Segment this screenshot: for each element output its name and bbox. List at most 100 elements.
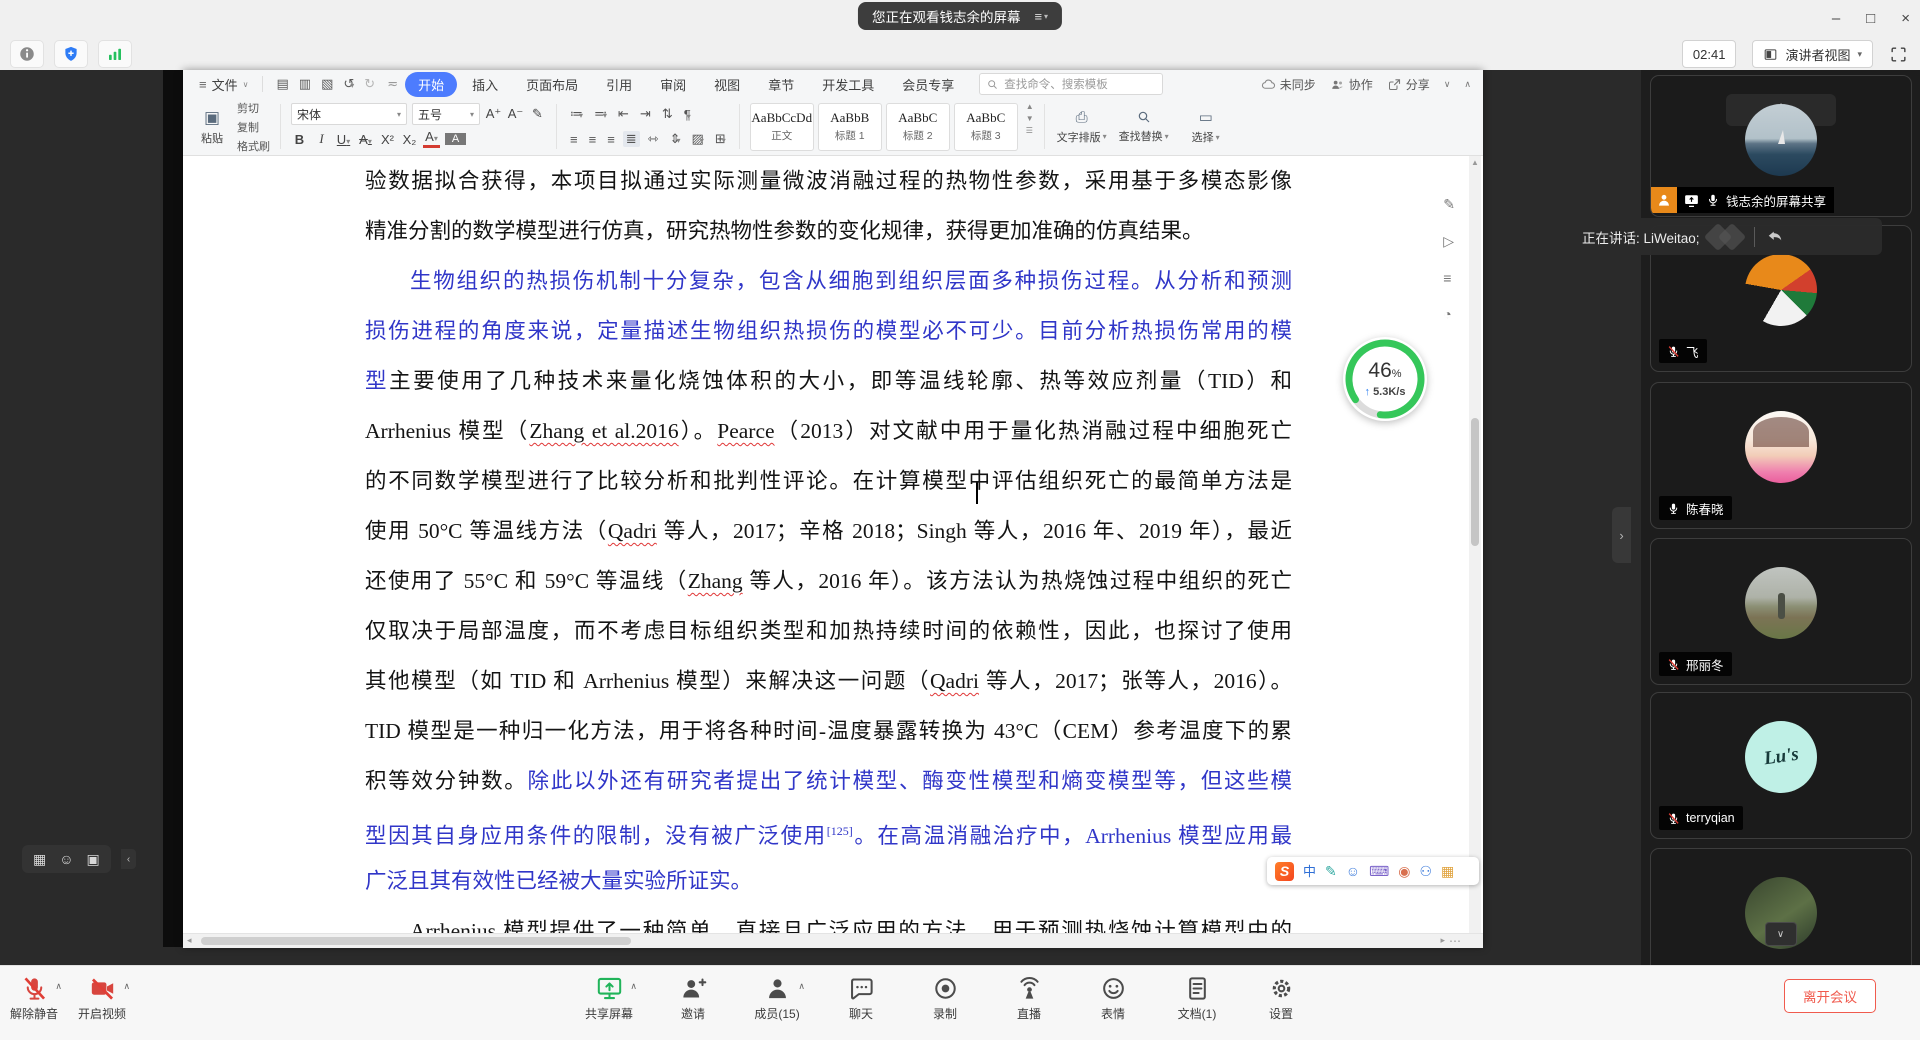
chevron-up-icon[interactable]: ∧ [798, 981, 805, 992]
ribbon-tab-章节[interactable]: 章节 [755, 72, 807, 97]
ribbon-tab-开始[interactable]: 开始 [405, 72, 457, 97]
chinese-mode-icon[interactable]: 中 [1303, 865, 1316, 878]
network-signal-icon[interactable] [98, 40, 132, 68]
ribbon-tab-视图[interactable]: 视图 [701, 72, 753, 97]
distribute-icon[interactable]: ⇿ [645, 131, 662, 147]
close-button[interactable]: × [1901, 10, 1910, 27]
ime-person-icon[interactable]: ⚇ [1419, 864, 1432, 878]
find-replace-tool[interactable]: 查找替换▾ [1117, 102, 1171, 151]
style-标题 3[interactable]: AaBbC标题 3 [954, 103, 1018, 151]
style-正文[interactable]: AaBbCcDd正文 [750, 103, 814, 151]
maximize-button[interactable]: □ [1866, 10, 1875, 27]
style-标题 1[interactable]: AaBbB标题 1 [818, 103, 882, 151]
scroll-up-icon[interactable]: ▲ [1469, 158, 1481, 167]
align-center-icon[interactable]: ≡ [586, 132, 600, 147]
fullscreen-button[interactable] [1889, 45, 1908, 64]
vertical-scrollbar[interactable]: ▲ [1469, 156, 1481, 933]
toolbar-docs-button[interactable]: 文档(1) [1173, 974, 1221, 1022]
styles-up-icon[interactable]: ▲ [1026, 102, 1034, 111]
collaborate-button[interactable]: 协作 [1330, 76, 1373, 93]
ribbon-collapse-icon[interactable]: ∧ [1464, 79, 1471, 90]
ribbon-options-icon[interactable]: ∨ [1444, 79, 1451, 90]
clear-format-icon[interactable]: ✎ [529, 106, 546, 122]
share-button[interactable]: 分享 [1387, 76, 1430, 93]
ribbon-tab-引用[interactable]: 引用 [593, 72, 645, 97]
more-tools-icon[interactable]: ≂ [382, 76, 403, 92]
status-more-icon[interactable]: ⋯ [1449, 934, 1461, 948]
chat-bubble-icon[interactable]: ▣ [87, 852, 100, 866]
toolbar-chat-button[interactable]: 聊天 [837, 974, 885, 1022]
format-strike-button[interactable]: A▾ [357, 132, 374, 147]
toolbar-live-button[interactable]: 直播 [1005, 974, 1053, 1022]
format-bold-button[interactable]: B [291, 132, 308, 147]
comment-icon[interactable]: ◔ [1443, 306, 1455, 322]
numbered-list-icon[interactable]: ≕▾ [591, 106, 610, 122]
undo-icon[interactable]: ↺▾ [338, 76, 359, 91]
decrease-font-icon[interactable]: A⁻ [507, 106, 524, 122]
horizontal-scroll-thumb[interactable] [201, 937, 631, 945]
paste-button[interactable]: ▣ 粘贴▾ [195, 102, 229, 151]
font-size-select[interactable]: 五号▾ [412, 103, 480, 125]
align-left-icon[interactable]: ≡ [567, 132, 581, 147]
scroll-participants-down-button[interactable]: ∨ [1765, 922, 1797, 946]
file-menu[interactable]: ≡ 文件 ∨ [193, 75, 254, 94]
edit-pen-icon[interactable]: ✎ [1443, 196, 1455, 213]
scroll-right-icon[interactable]: ▸ [1440, 935, 1445, 946]
bullet-list-icon[interactable]: ≔▾ [567, 106, 586, 122]
sync-status-button[interactable]: 未同步 [1261, 76, 1316, 93]
ime-pen-icon[interactable]: ✎ [1325, 864, 1337, 878]
sogou-logo-icon[interactable]: S [1275, 862, 1294, 881]
copy-button[interactable]: 复制 [237, 119, 270, 135]
toolbar-screen-share-button[interactable]: 共享屏幕∧ [585, 974, 633, 1022]
select-tool[interactable]: ▭ 选择▾ [1179, 102, 1233, 151]
borders-icon[interactable]: ⊞▾ [712, 131, 729, 147]
typeset-tool[interactable]: ⎙ 文字排版▾ [1055, 102, 1109, 151]
view-mode-selector[interactable]: 演讲者视图 ▾ [1752, 40, 1873, 68]
outdent-icon[interactable]: ⇤ [615, 106, 632, 122]
shield-icon[interactable] [54, 40, 88, 68]
minimize-button[interactable]: – [1832, 10, 1840, 27]
format-underline-button[interactable]: U▾ [335, 132, 352, 147]
ribbon-tab-会员专享[interactable]: 会员专享 [889, 72, 967, 97]
print-icon[interactable]: ▥ [294, 76, 316, 91]
toolbar-invite-button[interactable]: 邀请 [669, 974, 717, 1022]
toolbar-settings-button[interactable]: 设置 [1257, 974, 1305, 1022]
format-painter-button[interactable]: 格式刷 [237, 138, 270, 154]
print-preview-icon[interactable]: ▧ [316, 76, 338, 91]
participant-tile[interactable]: Lu'sterryqian [1650, 692, 1912, 839]
ribbon-tab-开发工具[interactable]: 开发工具 [809, 72, 887, 97]
sort-icon[interactable]: ⇅ [659, 106, 676, 122]
align-justify-icon[interactable]: ≣ [623, 131, 640, 147]
banner-menu-button[interactable]: ≡▾ [1034, 9, 1048, 24]
participant-tile[interactable]: ∧钱志余的屏幕共享 [1650, 75, 1912, 217]
command-search-input[interactable]: 查找命令、搜索模板 [979, 73, 1163, 95]
reply-arrow-icon[interactable] [1765, 227, 1785, 247]
styles-down-icon[interactable]: ▼ [1026, 114, 1034, 123]
ribbon-tab-审阅[interactable]: 审阅 [647, 72, 699, 97]
chevron-up-icon[interactable]: ∧ [123, 981, 130, 992]
ime-keyboard-icon[interactable]: ⌨ [1369, 864, 1389, 878]
format-shade-button[interactable]: A [445, 133, 466, 145]
indent-icon[interactable]: ⇥ [637, 106, 654, 122]
style-标题 2[interactable]: AaBbC标题 2 [886, 103, 950, 151]
format-X²-button[interactable]: X² [379, 132, 396, 147]
participant-tile[interactable]: 陈春晓 [1650, 382, 1912, 529]
format-color-button[interactable]: A▾ [423, 130, 440, 148]
select-arrow-icon[interactable]: ▷ [1443, 233, 1455, 250]
participant-tile[interactable] [1650, 848, 1912, 965]
toolbar-mic-muted-button[interactable]: 解除静音∧ [10, 974, 58, 1022]
line-spacing-icon[interactable]: ⇕▾ [667, 131, 684, 147]
shading-icon[interactable]: ▨▾ [689, 131, 707, 147]
outline-icon[interactable]: ≡ [1443, 270, 1455, 286]
show-marks-icon[interactable]: ¶▾ [681, 107, 694, 122]
save-icon[interactable]: ▤ [271, 76, 293, 91]
increase-font-icon[interactable]: A⁺ [485, 106, 502, 122]
vertical-scroll-thumb[interactable] [1471, 418, 1479, 546]
scroll-left-icon[interactable]: ◂ [187, 935, 192, 946]
info-icon[interactable] [10, 40, 44, 68]
cut-button[interactable]: 剪切 [237, 100, 270, 116]
ime-mic-icon[interactable]: ◉ [1398, 864, 1410, 878]
ribbon-tab-页面布局[interactable]: 页面布局 [513, 72, 591, 97]
dock-collapse-icon[interactable]: ‹ [121, 849, 136, 869]
toolbar-record-button[interactable]: 录制 [921, 974, 969, 1022]
